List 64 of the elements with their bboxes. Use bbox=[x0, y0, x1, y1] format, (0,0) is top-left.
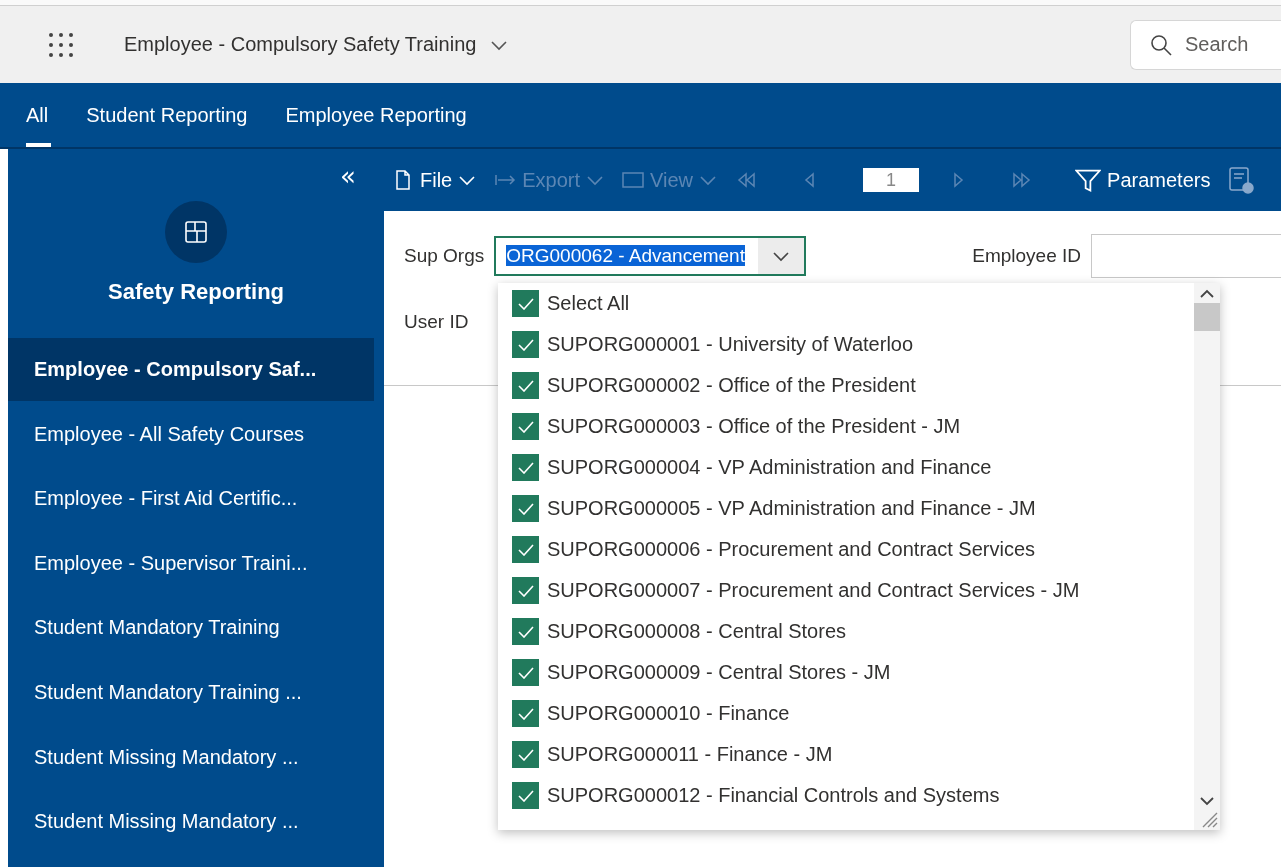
checkmark-icon bbox=[517, 502, 534, 515]
checkmark-icon bbox=[517, 625, 534, 638]
checkbox-option[interactable]: SUPORG000012 - Financial Controls and Systems bbox=[512, 775, 1000, 816]
scroll-up-icon[interactable] bbox=[1200, 289, 1214, 299]
chevron-down-icon bbox=[458, 174, 477, 186]
checkmark-icon bbox=[517, 789, 534, 802]
checkbox-option[interactable]: SUPORG000008 - Central Stores bbox=[512, 611, 847, 652]
search-box[interactable]: Search bbox=[1130, 19, 1281, 70]
sup-orgs-select[interactable]: ORG000062 - Advancement bbox=[494, 236, 807, 276]
checkbox-option[interactable]: Select All bbox=[512, 283, 630, 324]
sidebar-item[interactable]: Employee - First Aid Certific... bbox=[8, 467, 374, 531]
nav-tab[interactable]: All bbox=[26, 83, 49, 147]
checkbox-option[interactable]: SUPORG000009 - Central Stores - JM bbox=[512, 652, 891, 693]
sidebar-item[interactable]: Student Missing Mandatory ... bbox=[8, 725, 374, 789]
checkmark-icon bbox=[517, 338, 534, 351]
employee-id-field[interactable] bbox=[1091, 234, 1281, 278]
checkmark-icon bbox=[517, 297, 534, 310]
checkbox-option[interactable]: SUPORG000002 - Office of the President bbox=[512, 365, 916, 406]
layout-icon bbox=[183, 219, 209, 245]
parameters-button[interactable]: Parameters bbox=[1075, 167, 1211, 193]
checkmark-icon bbox=[517, 666, 534, 679]
checkmark-icon bbox=[517, 461, 534, 474]
checkmark-icon bbox=[517, 707, 534, 720]
toolbar-menu-button[interactable]: File bbox=[392, 168, 477, 192]
checkbox-option[interactable]: SUPORG000006 - Procurement and Contract Services bbox=[512, 529, 1035, 570]
app-launcher-icon[interactable] bbox=[48, 31, 74, 58]
collapse-button[interactable]: « bbox=[340, 163, 356, 189]
page-number-field[interactable]: 1 bbox=[863, 168, 920, 192]
scroll-down-icon[interactable] bbox=[1200, 796, 1214, 806]
nav-tab[interactable]: Student Reporting bbox=[86, 83, 248, 147]
checkmark-icon bbox=[517, 379, 534, 392]
checkbox-option[interactable]: SUPORG000007 - Procurement and Contract Services - JM bbox=[512, 570, 1080, 611]
checkbox-option[interactable]: SUPORG000011 - Finance - JM bbox=[512, 734, 833, 775]
field-label: Employee ID bbox=[972, 245, 1082, 267]
checkmark-icon bbox=[517, 543, 534, 556]
search-field[interactable]: Search bbox=[1183, 32, 1277, 57]
report-title-dropdown[interactable]: Employee - Compulsory Safety Training bbox=[124, 33, 509, 56]
sidebar-title: Safety Reporting bbox=[107, 279, 285, 305]
sidebar-item[interactable]: Student Mandatory Training ... bbox=[8, 660, 374, 724]
chevron-down-icon bbox=[490, 38, 509, 51]
checkbox-option[interactable]: SUPORG000003 - Office of the President - JM bbox=[512, 406, 961, 447]
document-add-icon[interactable] bbox=[1228, 165, 1255, 195]
search-icon bbox=[1149, 32, 1173, 57]
chevron-down-icon bbox=[699, 174, 718, 186]
chevron-down-icon bbox=[772, 250, 791, 262]
checkbox-option[interactable]: SUPORG000005 - VP Administration and Finance - JM bbox=[512, 488, 1036, 529]
sidebar-item[interactable]: Employee - All Safety Courses bbox=[8, 402, 374, 466]
sidebar-item[interactable]: Student Mandatory Training bbox=[8, 596, 374, 660]
field-label: User ID bbox=[404, 311, 470, 333]
nav-tab[interactable]: Employee Reporting bbox=[285, 83, 467, 147]
filter-icon bbox=[1075, 167, 1102, 193]
checkmark-icon bbox=[517, 420, 534, 433]
field-label: Sup Orgs bbox=[404, 245, 485, 267]
checkmark-icon bbox=[517, 584, 534, 597]
checkbox-option[interactable]: SUPORG000010 - Finance bbox=[512, 693, 790, 734]
checkbox-option[interactable]: SUPORG000001 - University of Waterloo bbox=[512, 324, 914, 365]
sidebar-item[interactable]: Student Missing Mandatory ... bbox=[8, 790, 374, 854]
checkbox-option[interactable]: SUPORG000004 - VP Administration and Finance bbox=[512, 447, 992, 488]
scrollbar-thumb[interactable] bbox=[1194, 303, 1220, 331]
rectangle-icon bbox=[622, 169, 645, 191]
chevron-down-icon bbox=[586, 174, 605, 186]
checkmark-icon bbox=[517, 748, 534, 761]
sidebar-item[interactable]: Employee - Compulsory Saf... bbox=[8, 338, 374, 401]
sidebar-item[interactable]: Employee - Supervisor Traini... bbox=[8, 531, 374, 595]
